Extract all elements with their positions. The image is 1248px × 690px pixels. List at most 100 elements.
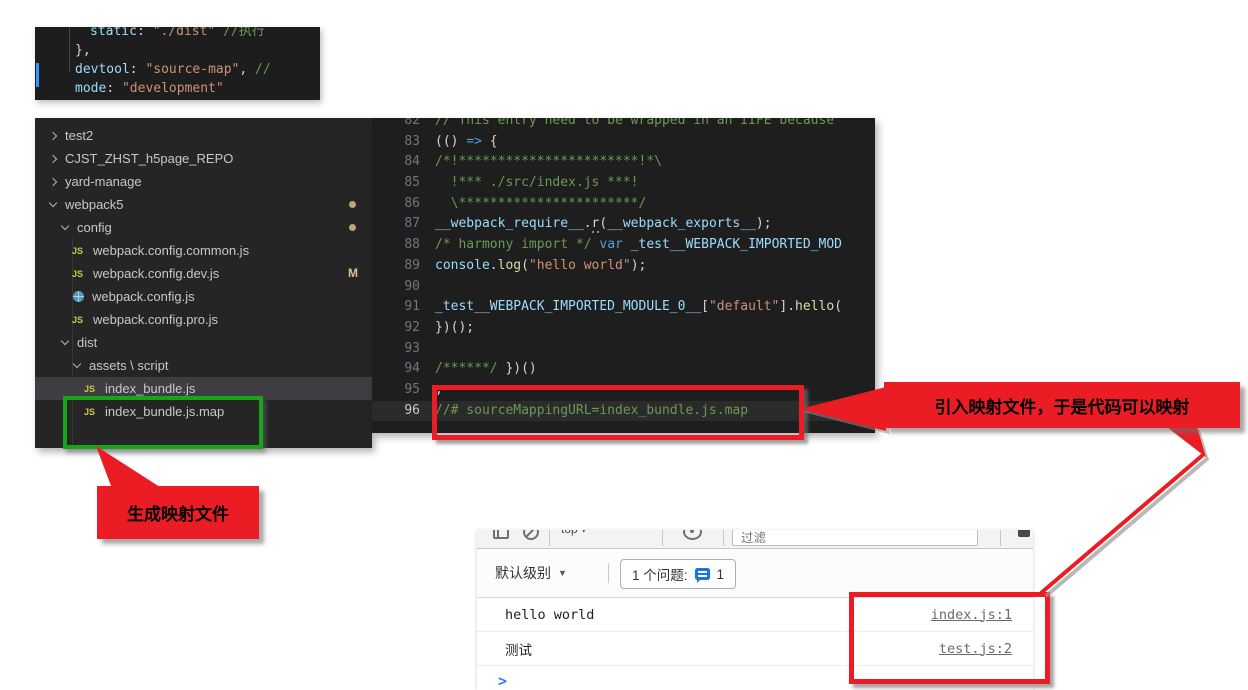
- chevron-right-icon: [49, 154, 57, 162]
- page: static: "./dist" //执行},devtool: "source-…: [0, 0, 1248, 690]
- line-number: 82: [372, 118, 435, 132]
- explorer-item-webpack5[interactable]: webpack5: [35, 193, 372, 216]
- red-highlight-sourcemapping-line: [432, 385, 804, 440]
- console-filter-input[interactable]: [732, 530, 978, 546]
- frame-selector[interactable]: top▾: [561, 530, 586, 536]
- chevron-down-icon: [61, 222, 69, 230]
- code-text: _test__WEBPACK_IMPORTED_MODULE_0__["defa…: [435, 297, 875, 318]
- frame-selector-label: top: [561, 530, 578, 536]
- code-line-86: 86 \***********************/: [372, 194, 875, 215]
- message-text: hello world: [505, 607, 594, 623]
- config-code-lines: static: "./dist" //执行},devtool: "source-…: [35, 27, 320, 98]
- code-line-87: 87__webpack_require__.r(__webpack_export…: [372, 214, 875, 235]
- config-code-line: mode: "development": [35, 79, 320, 98]
- line-number: 90: [372, 277, 435, 298]
- chevron-right-icon: [49, 177, 57, 185]
- file-label: CJST_ZHST_h5page_REPO: [65, 151, 233, 166]
- code-line-88: 88/* harmony import */ var _test__WEBPAC…: [372, 235, 875, 256]
- code-line-89: 89console.log("hello world");: [372, 256, 875, 277]
- config-code-line: },: [35, 41, 320, 60]
- git-modified-badge: M: [348, 266, 358, 280]
- line-number: 84: [372, 152, 435, 173]
- explorer-item-assets-script[interactable]: assets \ script: [35, 354, 372, 377]
- red-highlight-console-links: [849, 592, 1050, 684]
- console-sidebar-icon[interactable]: [493, 530, 509, 539]
- explorer-item-yard-manage[interactable]: yard-manage: [35, 170, 372, 193]
- code-line-85: 85 !*** ./src/index.js ***!: [372, 173, 875, 194]
- file-label: webpack.config.pro.js: [93, 312, 218, 327]
- toolbar-divider: [608, 563, 609, 583]
- chevron-right-icon: [49, 131, 57, 139]
- log-level-dropdown[interactable]: 默认级别 ▼: [495, 563, 567, 583]
- log-level-label: 默认级别: [495, 563, 551, 583]
- file-label: webpack5: [65, 197, 124, 212]
- explorer-item-dist[interactable]: dist: [35, 331, 372, 354]
- file-label: config: [77, 220, 112, 235]
- code-text: [435, 339, 875, 360]
- callout-bottom-pointer: [1167, 427, 1206, 457]
- explorer-item-webpack-config-common-js[interactable]: JSwebpack.config.common.js: [35, 239, 372, 262]
- explorer-item-cjst-zhst-h5page-repo[interactable]: CJST_ZHST_h5page_REPO: [35, 147, 372, 170]
- line-number: 86: [372, 194, 435, 215]
- explorer-item-webpack-config-js[interactable]: webpack.config.js: [35, 285, 372, 308]
- console-filter-bar: 默认级别 ▼ 1 个问题: 1: [477, 549, 1033, 598]
- code-line-82: 82// This entry need to be wrapped in an…: [372, 118, 875, 132]
- code-text: __webpack_require__.r(__webpack_exports_…: [435, 214, 875, 235]
- code-text: /*!***********************!*\: [435, 152, 875, 173]
- file-label: index_bundle.js: [105, 381, 195, 396]
- code-text: !*** ./src/index.js ***!: [435, 173, 875, 194]
- line-number: 92: [372, 318, 435, 339]
- issues-label: 1 个问题:: [632, 564, 688, 584]
- config-code-line: static: "./dist" //执行: [35, 27, 320, 41]
- code-text: (() => {: [435, 132, 875, 153]
- line-number: 91: [372, 297, 435, 318]
- chevron-down-icon: [61, 337, 69, 345]
- toolbar-divider: [662, 530, 663, 546]
- file-label: webpack.config.dev.js: [93, 266, 219, 281]
- code-line-84: 84/*!***********************!*\: [372, 152, 875, 173]
- editor-code-lines: 82// This entry need to be wrapped in an…: [372, 118, 875, 421]
- arrow-line-shadow: [1046, 458, 1208, 596]
- issues-chip[interactable]: 1 个问题: 1: [620, 559, 736, 589]
- explorer-item-webpack-config-dev-js[interactable]: JSwebpack.config.dev.jsM: [35, 262, 372, 285]
- line-number: 85: [372, 173, 435, 194]
- toolbar-divider: [549, 530, 550, 546]
- chevron-down-icon: [49, 199, 57, 207]
- line-number: 95: [372, 380, 435, 401]
- js-file-icon: JS: [72, 246, 88, 256]
- file-label: webpack.config.js: [92, 289, 195, 304]
- file-label: yard-manage: [65, 174, 142, 189]
- green-highlight-map-file: [63, 396, 263, 449]
- code-line-93: 93: [372, 339, 875, 360]
- webpack-config-snippet: static: "./dist" //执行},devtool: "source-…: [35, 27, 320, 100]
- settings-icon[interactable]: [1018, 530, 1030, 537]
- git-modified-dot: [349, 224, 356, 231]
- code-line-91: 91_test__WEBPACK_IMPORTED_MODULE_0__["de…: [372, 297, 875, 318]
- code-line-83: 83(() => {: [372, 132, 875, 153]
- code-text: })();: [435, 318, 875, 339]
- code-line-92: 92})();: [372, 318, 875, 339]
- callout-generate-mapping: 生成映射文件: [97, 486, 259, 539]
- code-text: /******/ })(): [435, 359, 875, 380]
- config-code-line: devtool: "source-map", //: [35, 60, 320, 79]
- line-number: 96: [372, 401, 435, 422]
- code-text: console.log("hello world");: [435, 256, 875, 277]
- code-text: // This entry need to be wrapped in an I…: [435, 118, 875, 132]
- line-number: 93: [372, 339, 435, 360]
- explorer-item-webpack-config-pro-js[interactable]: JSwebpack.config.pro.js: [35, 308, 372, 331]
- file-label: test2: [65, 128, 93, 143]
- message-text: 测试: [505, 639, 532, 659]
- clear-console-icon[interactable]: [523, 530, 539, 540]
- line-number: 89: [372, 256, 435, 277]
- toolbar-divider: [1000, 530, 1001, 546]
- file-label: assets \ script: [89, 358, 168, 373]
- code-line-90: 90: [372, 277, 875, 298]
- code-text: \***********************/: [435, 194, 875, 215]
- explorer-item-config[interactable]: config: [35, 216, 372, 239]
- code-line-94: 94/******/ })(): [372, 359, 875, 380]
- line-number: 88: [372, 235, 435, 256]
- chevron-down-icon: ▼: [558, 568, 567, 578]
- issues-count: 1: [717, 567, 725, 582]
- explorer-item-test2[interactable]: test2: [35, 124, 372, 147]
- live-expression-eye-icon[interactable]: [683, 530, 702, 540]
